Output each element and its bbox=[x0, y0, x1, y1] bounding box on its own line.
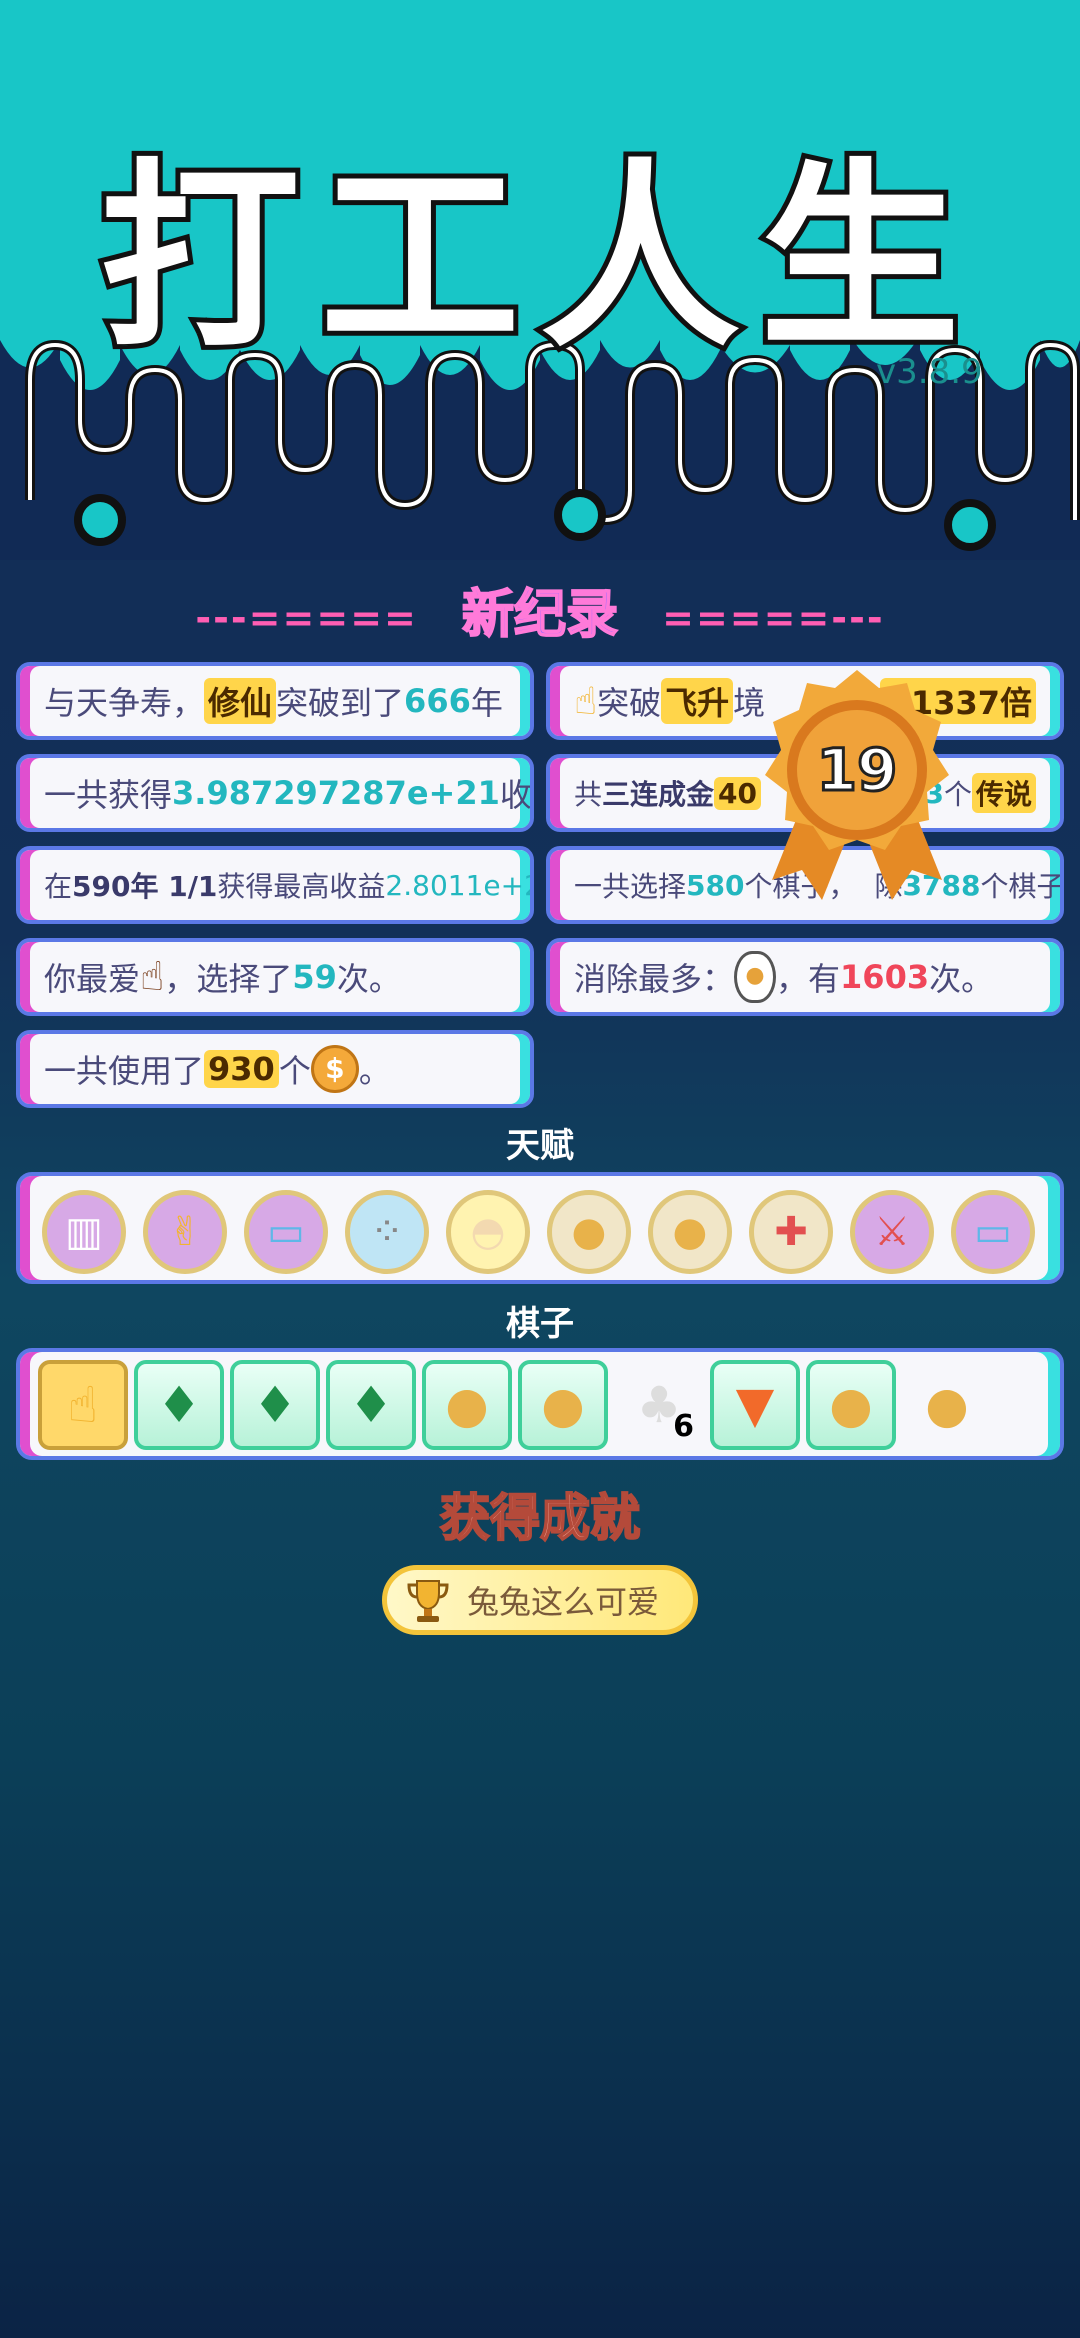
card-text: 获得最高收益 bbox=[217, 870, 386, 903]
piece-slot[interactable]: ● bbox=[422, 1360, 512, 1450]
card-highlight: 修仙 bbox=[204, 678, 277, 724]
chick-icon: ● bbox=[445, 1376, 489, 1434]
hand-pointer-icon: ☝ bbox=[67, 1376, 99, 1434]
piece-slot[interactable]: ● bbox=[902, 1360, 992, 1450]
skirt-icon[interactable]: ▥ bbox=[42, 1190, 126, 1274]
achievement-button[interactable]: 兔兔这么可爱 bbox=[382, 1565, 698, 1635]
brown-hand-icon: ☝ bbox=[140, 954, 165, 1000]
card-value: 580 bbox=[686, 868, 745, 902]
card-text: 突破到了 bbox=[276, 684, 405, 722]
shell-icon[interactable]: ◓ bbox=[446, 1190, 530, 1274]
card-date: 590年 1/1 bbox=[72, 870, 218, 903]
card-value: 3.987297287e+21 bbox=[172, 774, 500, 812]
card-value: 2.8011e+21 bbox=[385, 868, 530, 902]
chick-egg-icon[interactable]: ● bbox=[547, 1190, 631, 1274]
pieces-strip: ☝ ♦ ♦ ♦ ● ● ♣ 6 ▼ ● ● bbox=[16, 1348, 1064, 1460]
tissue-box-icon[interactable]: ▭ bbox=[951, 1190, 1035, 1274]
chick-icon: ● bbox=[925, 1376, 969, 1434]
app-title: 打工人生 bbox=[95, 137, 980, 380]
card-value: 666 bbox=[404, 682, 471, 720]
new-record-label: 新纪录 bbox=[461, 584, 619, 646]
piece-slot[interactable]: ♦ bbox=[134, 1360, 224, 1450]
medal-badge: 19 bbox=[765, 670, 949, 900]
card-text: 突破 bbox=[597, 684, 662, 722]
planet-sword-icon[interactable]: ⚔ bbox=[850, 1190, 934, 1274]
card-text: 个棋子。 bbox=[980, 870, 1064, 903]
card-text: 你最爱 bbox=[44, 960, 141, 998]
pill-pack-icon[interactable]: ⁘ bbox=[345, 1190, 429, 1274]
new-record-header: ---===== 新纪录 =====--- bbox=[0, 572, 1080, 647]
green-vase-icon: ♦ bbox=[348, 1376, 394, 1434]
header-dashes-right: =====--- bbox=[662, 596, 885, 640]
record-most-eliminated: 消除最多： ● ，有 1603 次。 bbox=[546, 938, 1064, 1016]
egg-icon: ● bbox=[734, 951, 777, 1003]
achievement-header: 获得成就 bbox=[439, 1488, 641, 1548]
card-text: 一共获得 bbox=[44, 776, 173, 814]
card-text: 消除最多： bbox=[574, 960, 735, 998]
card-text: 年 bbox=[470, 684, 503, 722]
piece-slot[interactable]: ♣ 6 bbox=[614, 1360, 704, 1450]
coin-icon: $ bbox=[310, 1045, 359, 1093]
hand-pointer-icon: ☝ bbox=[574, 679, 598, 723]
piece-slot[interactable]: ● bbox=[806, 1360, 896, 1450]
card-text: 次。 bbox=[929, 960, 994, 998]
chick-icon: ● bbox=[541, 1376, 585, 1434]
trophy-icon bbox=[407, 1580, 449, 1622]
green-vase-icon: ♦ bbox=[156, 1376, 202, 1434]
record-cultivation: 与天争寿， 修仙 突破到了 666 年 bbox=[16, 662, 534, 740]
piece-slot[interactable]: ♦ bbox=[326, 1360, 416, 1450]
talents-header: 天赋 bbox=[506, 1126, 574, 1166]
piece-slot[interactable]: ♦ bbox=[230, 1360, 320, 1450]
header-dashes-left: ---===== bbox=[195, 596, 418, 640]
record-total-income: 一共获得3.987297287e+21收益 bbox=[16, 754, 534, 832]
piece-slot[interactable]: ● bbox=[518, 1360, 608, 1450]
card-text: 在 bbox=[44, 870, 73, 903]
piece-slot[interactable]: ☝ bbox=[38, 1360, 128, 1450]
record-max-income: 在 590年 1/1 获得最高收益2.8011e+21 bbox=[16, 846, 534, 924]
card-value: 1603 bbox=[840, 958, 930, 996]
card-text: ，有 bbox=[776, 960, 841, 998]
card-text: ，选择了 bbox=[164, 960, 293, 998]
record-favorite-piece: 你最爱 ☝ ，选择了 59 次。 bbox=[16, 938, 534, 1016]
chick-egg-icon[interactable]: ● bbox=[648, 1190, 732, 1274]
rock-hand-icon[interactable]: ✌ bbox=[143, 1190, 227, 1274]
record-coins-used: 一共使用了 930 个 $。 bbox=[16, 1030, 534, 1108]
card-text: 一共选择 bbox=[574, 870, 687, 903]
card-value: 930 bbox=[204, 1050, 279, 1088]
card-value: 59 bbox=[292, 958, 337, 996]
card-highlight: 传说 bbox=[971, 773, 1036, 813]
card-highlight: 飞升 bbox=[661, 678, 734, 724]
card-text: 收益 bbox=[499, 776, 532, 814]
card-text: 个 bbox=[278, 1052, 311, 1090]
piece-count-badge: 6 bbox=[673, 1409, 694, 1444]
green-vase-icon: ♦ bbox=[252, 1376, 298, 1434]
chick-icon: ● bbox=[829, 1376, 873, 1434]
version-label: v3.8.9 bbox=[876, 352, 983, 392]
card-highlight: 三连成金 bbox=[602, 778, 715, 811]
chick-syringe-icon[interactable]: ✚ bbox=[749, 1190, 833, 1274]
pieces-header: 棋子 bbox=[506, 1304, 574, 1344]
card-text: 次。 bbox=[336, 960, 401, 998]
card-text: 一共使用了 bbox=[44, 1052, 205, 1090]
card-text: 。 bbox=[358, 1052, 391, 1090]
piece-slot[interactable]: ▼ bbox=[710, 1360, 800, 1450]
carrot-icon: ▼ bbox=[735, 1376, 775, 1434]
card-text: 与天争寿， bbox=[44, 684, 205, 722]
achievement-label: 兔兔这么可爱 bbox=[467, 1583, 660, 1621]
card-text: 共 bbox=[574, 778, 603, 811]
medal-number: 19 bbox=[817, 736, 898, 804]
talents-strip: ▥ ✌ ▭ ⁘ ◓ ● ● ✚ ⚔ ▭ bbox=[16, 1172, 1064, 1284]
tissue-box-icon[interactable]: ▭ bbox=[244, 1190, 328, 1274]
